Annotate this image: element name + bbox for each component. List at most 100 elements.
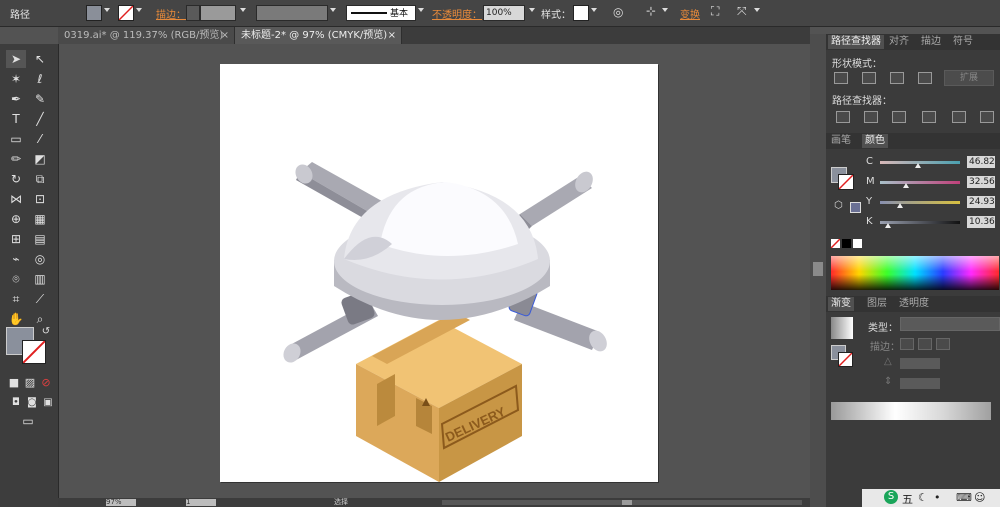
stroke-color-box[interactable] [22,340,46,364]
gradient-preview[interactable] [831,317,853,339]
chevron-down-icon[interactable] [136,8,142,12]
tab-pathfinder[interactable]: 路径查找器 [828,35,884,49]
hand-tool-icon[interactable]: ✋ [6,310,26,328]
expand-button[interactable]: 扩展 [944,70,994,86]
minus-back-icon[interactable] [980,111,994,123]
eyedropper-icon[interactable]: ⌁ [6,250,26,268]
channel-m-value[interactable]: 32.56 [967,176,995,188]
graph-tool-icon[interactable]: ▥ [30,270,50,288]
chevron-down-icon[interactable] [418,8,424,12]
curvature-tool-icon[interactable]: ✎ [30,90,50,108]
isolate-icon[interactable]: ⛶ [711,4,719,19]
chevron-down-icon[interactable] [240,8,246,12]
outline-icon[interactable] [952,111,966,123]
channel-k-value[interactable]: 10.36 [967,216,995,228]
opacity-label[interactable]: 不透明度： [432,6,482,21]
channel-y-value[interactable]: 24.93 [967,196,995,208]
divide-icon[interactable] [836,111,850,123]
tab-transparency[interactable]: 透明度 [896,297,932,311]
channel-m-slider[interactable] [880,181,960,184]
style-swatch[interactable] [573,5,589,21]
slider-knob[interactable] [914,163,921,168]
user-icon[interactable]: ☺ [974,491,985,504]
chevron-down-icon[interactable] [754,8,760,12]
tab-stroke[interactable]: 描边 [918,35,944,49]
artboard-tool-icon[interactable]: ⌗ [6,290,26,308]
slider-knob[interactable] [903,183,910,188]
stroke-weight-field[interactable] [200,5,236,21]
channel-k-slider[interactable] [880,221,960,224]
line-tool-icon[interactable]: ╱ [30,110,50,128]
chevron-down-icon[interactable] [591,8,597,12]
color-spectrum[interactable] [831,256,999,290]
swap-fill-stroke-icon[interactable]: ↺ [36,323,56,341]
tab-layers[interactable]: 图层 [864,297,890,311]
panel-dock-strip[interactable] [810,34,826,507]
blend-tool-icon[interactable]: ◎ [30,250,50,268]
gradient-stroke-box[interactable] [838,352,853,367]
none-swatch[interactable] [830,238,841,249]
zoom-field[interactable]: 97% [106,499,136,506]
close-icon[interactable]: × [388,27,396,44]
magic-wand-icon[interactable]: ✶ [6,70,26,88]
punctuation-icon[interactable]: • [934,491,941,504]
gradient-tool-icon[interactable]: ▤ [30,230,50,248]
shape-builder-icon[interactable]: ⊕ [6,210,26,228]
pencil-tool-icon[interactable]: ✏ [6,150,26,168]
tab-document-2[interactable]: 未标题-2* @ 97% (CMYK/预览) × [235,27,402,44]
tab-color[interactable]: 颜色 [862,134,888,148]
gradient-angle-field[interactable] [900,358,940,369]
chevron-down-icon[interactable] [104,8,110,12]
ime-mode[interactable]: 五 [902,491,913,507]
direct-selection-tool-icon[interactable]: ↖ [30,50,50,68]
variable-width-profile[interactable] [256,5,328,21]
lasso-icon[interactable]: ℓ [30,70,50,88]
slider-knob[interactable] [885,223,891,228]
paintbrush-icon[interactable]: ⁄ [30,130,50,148]
slice-tool-icon[interactable]: ⟋ [30,290,50,308]
pen-tool-icon[interactable]: ✒ [6,90,26,108]
screen-mode-icon[interactable]: ▭ [18,412,38,430]
stroke-along-icon[interactable] [918,338,932,350]
transform-link[interactable]: 变换 [680,6,700,21]
white-swatch[interactable] [853,239,862,248]
tab-align[interactable]: 对齐 [886,35,912,49]
stroke-swatch[interactable] [118,5,134,21]
scrollbar-thumb[interactable] [622,500,632,505]
rotate-tool-icon[interactable]: ↻ [6,170,26,188]
type-tool-icon[interactable]: T [6,110,26,128]
fill-swatch[interactable] [86,5,102,21]
stroke-label[interactable]: 描边： [156,6,186,21]
ime-logo-icon[interactable]: S [884,490,898,504]
unite-icon[interactable] [834,72,848,84]
keyboard-icon[interactable]: ⌨ [956,491,972,504]
merge-icon[interactable] [892,111,906,123]
brush-profile-dropdown[interactable]: 基本 [346,5,416,21]
rod-top-right[interactable] [514,168,596,232]
trim-icon[interactable] [864,111,878,123]
crop-icon[interactable] [922,111,936,123]
draw-inside-icon[interactable]: ▣ [38,394,58,412]
tab-document-1[interactable]: 0319.ai* @ 119.37% (RGB/预览) × [58,27,235,44]
channel-c-value[interactable]: 46.82 [967,156,995,168]
delivery-box[interactable]: DELIVERY [356,312,522,482]
exclude-icon[interactable] [918,72,932,84]
close-icon[interactable]: × [221,27,229,44]
free-transform-icon[interactable]: ⊡ [30,190,50,208]
symbol-sprayer-icon[interactable]: ⌾ [6,270,26,288]
dock-scroll-thumb[interactable] [813,262,823,276]
horizontal-scrollbar[interactable] [442,500,802,505]
none-mode-icon[interactable]: ⊘ [36,374,56,392]
perspective-grid-icon[interactable]: ▦ [30,210,50,228]
recolor-icon[interactable]: ◎ [613,5,623,19]
opacity-field[interactable]: 100% [483,5,525,21]
chevron-down-icon[interactable] [330,8,336,12]
channel-y-slider[interactable] [880,201,960,204]
tab-symbols[interactable]: 符号 [950,35,976,49]
chevron-down-icon[interactable] [529,8,535,12]
mesh-tool-icon[interactable]: ⊞ [6,230,26,248]
align-icon[interactable]: ⊹ [646,4,656,18]
black-swatch[interactable] [842,239,851,248]
moon-icon[interactable]: ☾ [918,491,928,504]
width-tool-icon[interactable]: ⋈ [6,190,26,208]
